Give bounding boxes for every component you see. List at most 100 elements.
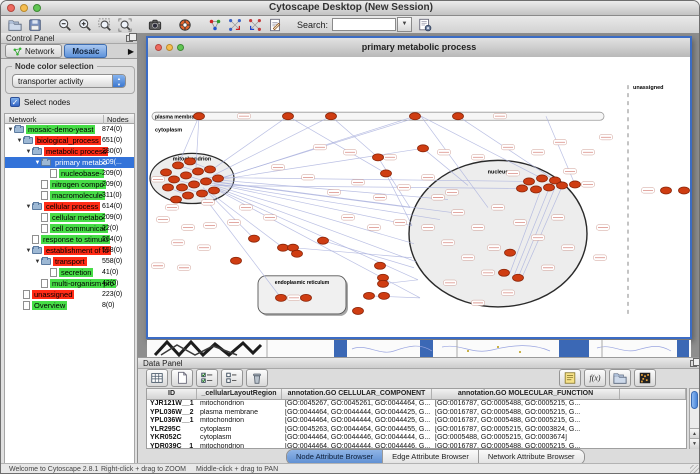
node-color-dropdown[interactable]: transporter activity ▲▼: [12, 74, 126, 88]
network-node[interactable]: [410, 113, 421, 120]
zoom-selected-icon[interactable]: [96, 17, 114, 32]
attribute-grid-icon[interactable]: [146, 369, 168, 387]
vizmapper-icon[interactable]: [206, 17, 224, 32]
network-node[interactable]: [524, 178, 535, 185]
search-options-icon[interactable]: [416, 17, 434, 32]
tree-row[interactable]: ▼biological_process651(0): [5, 135, 134, 146]
network-node[interactable]: [513, 274, 524, 281]
annotation-icon[interactable]: [266, 17, 284, 32]
expander-icon[interactable]: ▼: [7, 127, 14, 133]
open-session-icon[interactable]: [6, 17, 24, 32]
tab-scroll-right-icon[interactable]: ▶: [128, 47, 134, 56]
network-node[interactable]: [213, 175, 224, 182]
new-attribute-icon[interactable]: [171, 369, 193, 387]
network-node[interactable]: [197, 190, 208, 197]
network-node[interactable]: [194, 113, 205, 120]
background-windows[interactable]: [147, 339, 691, 357]
network-node[interactable]: [193, 168, 204, 175]
network-node[interactable]: [249, 235, 260, 242]
network-node[interactable]: [381, 170, 392, 177]
unselect-attributes-icon[interactable]: [221, 369, 243, 387]
tree-row[interactable]: secretion41(0): [5, 267, 134, 278]
network-node[interactable]: [183, 192, 194, 199]
network-node[interactable]: [557, 182, 568, 189]
tree-row[interactable]: nitrogen compo209(0): [5, 179, 134, 190]
layout-network-b-icon[interactable]: [246, 17, 264, 32]
network-node[interactable]: [177, 184, 188, 191]
scrollbar-thumb[interactable]: [691, 391, 698, 409]
zoom-out-icon[interactable]: [56, 17, 74, 32]
tab-mosaic[interactable]: Mosaic: [64, 44, 107, 58]
tab-network[interactable]: Network: [5, 44, 62, 58]
tab-network-attribute-browser[interactable]: Network Attribute Browser: [479, 450, 584, 464]
network-node[interactable]: [453, 113, 464, 120]
network-node[interactable]: [537, 175, 548, 182]
network-node[interactable]: [661, 187, 672, 194]
matrix-icon[interactable]: [634, 369, 656, 387]
snapshot-camera-icon[interactable]: [146, 17, 164, 32]
title-bar[interactable]: Cytoscape Desktop (New Session): [1, 1, 700, 16]
network-node[interactable]: [301, 294, 312, 301]
tree-row[interactable]: ▼metabolic process280(0): [5, 146, 134, 157]
network-node[interactable]: [278, 244, 289, 251]
zoom-in-icon[interactable]: [76, 17, 94, 32]
network-node[interactable]: [375, 262, 386, 269]
tree-row[interactable]: nucleobase-209(0): [5, 168, 134, 179]
help-lifering-icon[interactable]: [176, 17, 194, 32]
column-header[interactable]: ID: [147, 389, 197, 399]
table-row[interactable]: YPL036W__2plasma membrane[GO:0044464, GO…: [147, 409, 686, 418]
table-row[interactable]: YLR295Ccytoplasm[GO:0045263, GO:0044464,…: [147, 426, 686, 435]
network-node[interactable]: [378, 280, 389, 287]
network-node[interactable]: [185, 158, 196, 165]
table-row[interactable]: YPL036W__1mitochondrion[GO:0044464, GO:0…: [147, 417, 686, 426]
network-node[interactable]: [679, 187, 690, 194]
tab-edge-attribute-browser[interactable]: Edge Attribute Browser: [383, 450, 479, 464]
expander-icon[interactable]: ▼: [25, 248, 32, 254]
delete-attribute-icon[interactable]: [246, 369, 268, 387]
expander-icon[interactable]: ▼: [25, 204, 32, 210]
network-node[interactable]: [189, 181, 200, 188]
network-node[interactable]: [318, 237, 329, 244]
tree-row[interactable]: ▼establishment of lo558(0): [5, 245, 134, 256]
network-node[interactable]: [205, 166, 216, 173]
tree-row[interactable]: ▼mosaic-demo-yeast874(0): [5, 124, 134, 135]
expander-icon[interactable]: ▼: [34, 160, 41, 166]
network-node[interactable]: [373, 154, 384, 161]
formula-icon[interactable]: f(x): [584, 369, 606, 387]
network-canvas[interactable]: plasma membranecytoplasmmitochondrionnuc…: [148, 57, 690, 337]
network-window-titlebar[interactable]: primary metabolic process: [148, 38, 690, 58]
tree-row[interactable]: response to stimulu264(0): [5, 234, 134, 245]
network-node[interactable]: [499, 269, 510, 276]
select-attributes-icon[interactable]: [196, 369, 218, 387]
network-node[interactable]: [169, 176, 180, 183]
select-nodes-checkbox[interactable]: ✓: [10, 97, 20, 107]
search-input[interactable]: [332, 18, 396, 31]
network-node[interactable]: [505, 249, 516, 256]
expander-icon[interactable]: ▼: [16, 138, 23, 144]
float-panel-icon[interactable]: [126, 35, 133, 42]
network-node[interactable]: [292, 250, 303, 257]
tree-row[interactable]: cell communicat22(0): [5, 223, 134, 234]
network-node[interactable]: [418, 145, 429, 152]
network-node[interactable]: [201, 178, 212, 185]
float-data-panel-icon[interactable]: [690, 360, 697, 367]
network-node[interactable]: [161, 169, 172, 176]
network-node[interactable]: [353, 307, 364, 314]
table-row[interactable]: YKR052Ccytoplasm[GO:0044464, GO:0044446,…: [147, 434, 686, 443]
column-header[interactable]: annotation.GO CELLULAR_COMPONENT: [282, 389, 432, 399]
network-node[interactable]: [364, 292, 375, 299]
network-node[interactable]: [326, 113, 337, 120]
network-view-window[interactable]: primary metabolic process plasma membran…: [146, 36, 692, 339]
table-row[interactable]: YJR121W__1mitochondrion[GO:0045267, GO:0…: [147, 400, 686, 409]
network-node[interactable]: [544, 184, 555, 191]
network-node[interactable]: [209, 187, 220, 194]
column-header[interactable]: annotation.GO MOLECULAR_FUNCTION: [432, 389, 620, 399]
tree-row[interactable]: multi-organism pro42(0): [5, 278, 134, 289]
save-session-icon[interactable]: [26, 17, 44, 32]
attribute-table[interactable]: ID_cellularLayoutRegionannotation.GO CEL…: [146, 388, 687, 449]
network-node[interactable]: [570, 181, 581, 188]
scroll-down-icon[interactable]: ▼: [690, 438, 699, 449]
network-node[interactable]: [531, 186, 542, 193]
tree-row[interactable]: unassigned223(0): [5, 289, 134, 300]
network-node[interactable]: [231, 257, 242, 264]
